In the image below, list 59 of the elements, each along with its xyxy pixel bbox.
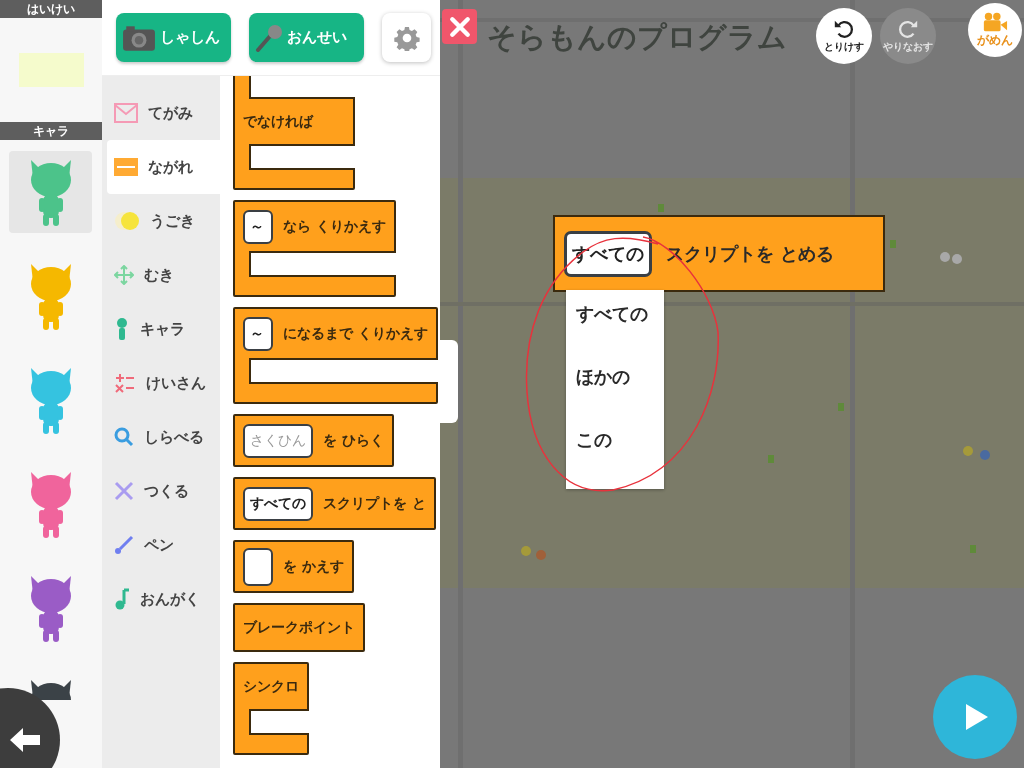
category-tab[interactable]: しらべる [102, 410, 220, 464]
category-tab[interactable]: てがみ [102, 86, 220, 140]
code-block[interactable]: ～ になるまで くりかえす [233, 307, 438, 404]
category-tab[interactable]: つくる [102, 464, 220, 518]
category-tab[interactable]: うごき [102, 194, 220, 248]
block-label: なら くりかえす [283, 217, 386, 236]
block-mouth [249, 709, 309, 735]
code-block[interactable]: ブレークポイント [233, 603, 365, 652]
dropdown-option[interactable]: ほかの [566, 357, 664, 420]
code-block[interactable]: すべての スクリプトを と [233, 477, 436, 530]
video-camera-icon [982, 11, 1008, 32]
person-icon [114, 318, 130, 340]
code-block[interactable]: でなければ [233, 76, 355, 190]
settings-icon [393, 24, 420, 51]
project-title: そらもんのプログラム [487, 19, 787, 56]
redo-icon [897, 18, 919, 40]
block-input[interactable]: ～ [243, 209, 273, 244]
block-label: になるまで くりかえす [283, 324, 428, 343]
camera-icon [122, 23, 156, 52]
block-label: スクリプトを とめる [666, 241, 835, 266]
block-label: を ひらく [323, 431, 384, 450]
dropdown-option[interactable]: すべての [566, 294, 664, 357]
block-label: を かえす [283, 557, 344, 576]
back-arrow-icon [10, 728, 40, 752]
section-header: はいけい [0, 0, 102, 18]
category-tab[interactable]: おんがく [102, 572, 220, 626]
code-block[interactable]: さくひん を ひらく [233, 414, 394, 467]
category-tab[interactable]: ながれ [107, 140, 220, 194]
background-thumbnail[interactable] [18, 53, 84, 87]
tools-icon [114, 481, 134, 501]
category-tab[interactable]: キャラ [102, 302, 220, 356]
code-block[interactable]: を かえす [233, 540, 354, 593]
category-tab[interactable]: ペン [102, 518, 220, 572]
settings-button[interactable] [382, 13, 431, 62]
code-block[interactable]: シンクロ [233, 662, 309, 755]
undo-icon [833, 18, 855, 40]
category-tab[interactable]: けいさん [102, 356, 220, 410]
section-header: キャラ [0, 122, 102, 140]
block-input[interactable] [243, 547, 273, 586]
category-tab[interactable]: むき [102, 248, 220, 302]
code-block[interactable]: ～ なら くりかえす [233, 200, 396, 297]
brush-icon [114, 535, 134, 555]
close-icon [448, 15, 471, 38]
math-icon [114, 373, 136, 393]
block-input[interactable]: すべての [243, 486, 313, 521]
music-note-icon [114, 588, 130, 610]
dropdown-option[interactable]: この [566, 420, 664, 483]
search-icon [114, 427, 134, 447]
block-label: ブレークポイント [243, 618, 355, 637]
block-label: スクリプトを と [323, 494, 426, 513]
envelope-icon [114, 103, 138, 123]
close-button[interactable] [442, 9, 477, 44]
microphone-icon [255, 23, 283, 52]
ball-icon [114, 211, 140, 231]
block-icon [114, 158, 138, 176]
move-arrows-icon [114, 265, 134, 285]
block-label: シンクロ [243, 677, 299, 696]
block-input[interactable]: ～ [243, 316, 273, 351]
panel-handle[interactable] [440, 340, 458, 423]
